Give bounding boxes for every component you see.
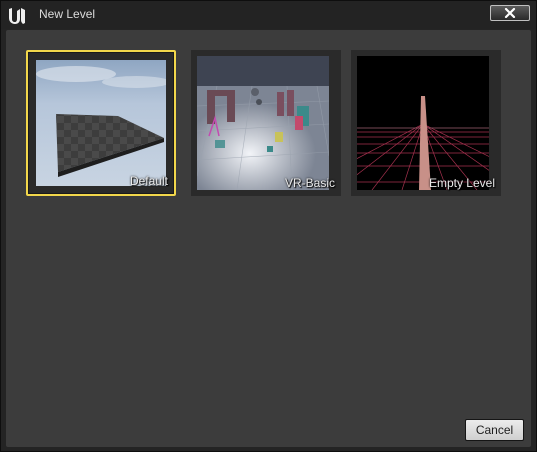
new-level-dialog: New Level Default VR-Basic Empty Level C… [0, 0, 537, 452]
template-label-vr-basic: VR-Basic [284, 176, 335, 190]
close-button[interactable] [490, 5, 530, 21]
close-icon [504, 8, 516, 18]
template-panel: Default VR-Basic Empty Level Cancel [6, 30, 531, 447]
template-label-default: Default [129, 174, 168, 188]
template-tile-vr-basic[interactable]: VR-Basic [191, 50, 341, 196]
template-label-empty-level: Empty Level [428, 176, 495, 190]
vr-basic-level-thumbnail [197, 56, 329, 190]
cancel-button[interactable]: Cancel [465, 419, 524, 441]
window-title: New Level [39, 7, 96, 21]
title-bar[interactable]: New Level [1, 1, 536, 29]
template-tile-default[interactable]: Default [26, 50, 176, 196]
default-level-thumbnail [36, 60, 166, 186]
unreal-engine-logo-icon [9, 8, 25, 24]
template-tile-empty-level[interactable]: Empty Level [351, 50, 501, 196]
empty-level-thumbnail [357, 56, 489, 190]
